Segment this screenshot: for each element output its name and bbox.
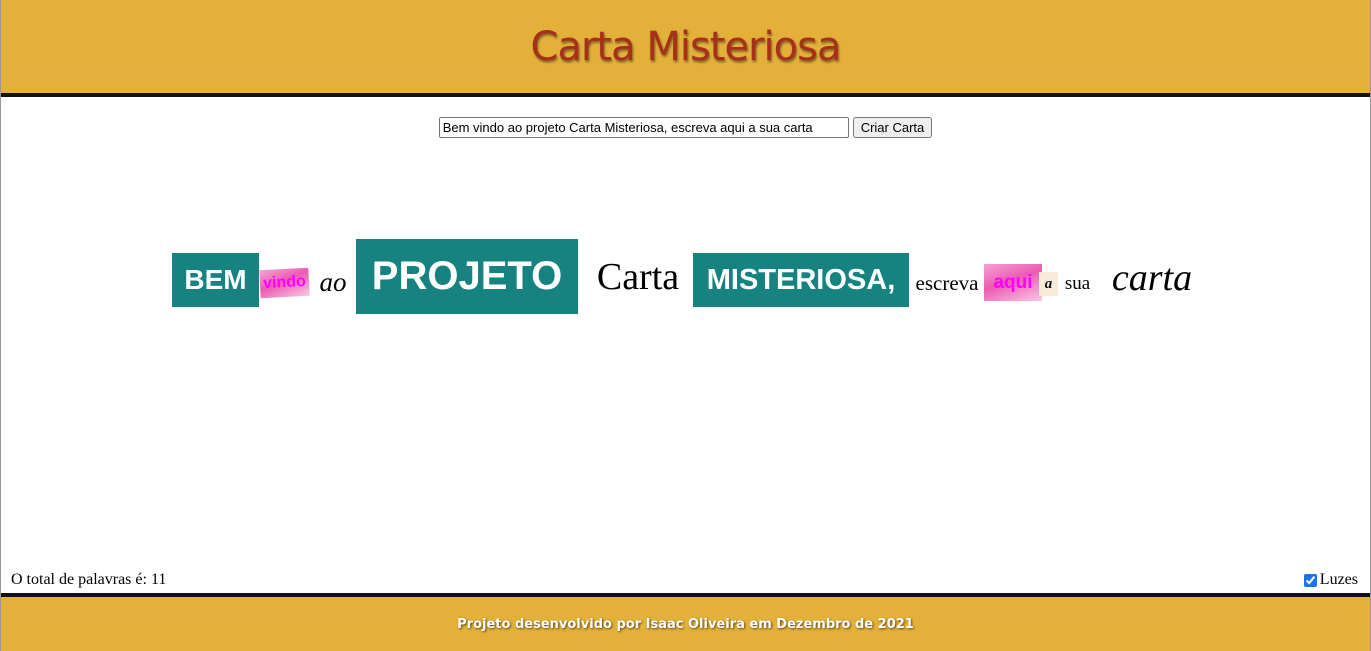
lights-toggle[interactable]: Luzes bbox=[1303, 571, 1358, 589]
letter-word: a bbox=[1039, 272, 1058, 296]
letter-word: aqui bbox=[984, 264, 1042, 301]
letter-word: Carta bbox=[596, 256, 680, 298]
letter-text-input[interactable] bbox=[438, 117, 849, 138]
status-bar: O total de palavras é: 11 Luzes bbox=[11, 569, 1358, 591]
create-letter-button[interactable]: Criar Carta bbox=[852, 117, 933, 138]
word-count-text: O total de palavras é: 11 bbox=[11, 571, 167, 588]
page-title: Carta Misteriosa bbox=[530, 23, 842, 70]
letter-word: escreva bbox=[915, 270, 979, 295]
letter-word: MISTERIOSA, bbox=[693, 253, 909, 307]
mystery-letter: BEM vindo ao PROJETO Carta MISTERIOSA, e… bbox=[1, 238, 1370, 318]
lights-label: Luzes bbox=[1319, 571, 1358, 588]
lights-checkbox[interactable] bbox=[1303, 573, 1317, 587]
letter-word: ao bbox=[319, 266, 347, 297]
header: Carta Misteriosa bbox=[1, 0, 1370, 97]
footer-credit: Projeto desenvolvido por Isaac Oliveira … bbox=[457, 616, 914, 632]
letter-word: BEM bbox=[172, 253, 259, 307]
letter-word: vindo bbox=[259, 267, 310, 299]
letter-controls: Criar Carta bbox=[1, 117, 1370, 138]
letter-word: sua bbox=[1064, 273, 1091, 294]
footer: Projeto desenvolvido por Isaac Oliveira … bbox=[1, 593, 1370, 651]
letter-word: PROJETO bbox=[356, 239, 578, 314]
letter-word: carta bbox=[1111, 257, 1193, 299]
